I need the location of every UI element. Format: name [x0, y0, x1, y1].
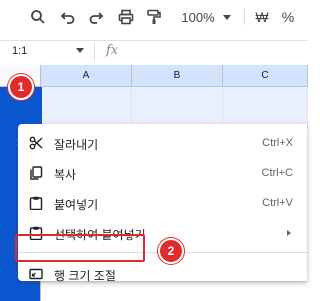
step-badge-2: 2: [158, 238, 184, 264]
chevron-down-icon: [222, 14, 231, 20]
column-header-label: A: [82, 70, 90, 81]
menu-item-copy[interactable]: 복사 Ctrl+C: [18, 158, 307, 188]
badge-number: 1: [17, 80, 25, 94]
resize-icon: [29, 268, 43, 280]
column-header-c[interactable]: C: [223, 65, 308, 87]
paint-format-icon[interactable]: [142, 5, 166, 29]
menu-item-shortcut: Ctrl+X: [262, 137, 293, 149]
badge-number: 2: [167, 244, 175, 258]
chevron-down-icon[interactable]: [76, 48, 84, 53]
menu-item-shortcut: Ctrl+C: [261, 167, 293, 179]
toolbar: 100% ₩ %: [0, 0, 307, 34]
menu-item-label: 복사: [54, 168, 77, 182]
selection-border: [40, 87, 42, 127]
column-header-label: C: [261, 70, 269, 81]
currency-symbol: ₩: [255, 9, 269, 25]
cell-a1[interactable]: [41, 87, 132, 128]
column-header-label: B: [173, 70, 181, 81]
search-icon[interactable]: [26, 5, 50, 29]
menu-item-label: 잘라내기: [54, 138, 99, 152]
clipboard-icon: [29, 196, 43, 210]
scissors-icon: [29, 136, 43, 150]
submenu-arrow-icon: [287, 230, 291, 236]
zoom-value: 100%: [181, 9, 215, 25]
fx-icon: fx: [106, 43, 119, 58]
copy-icon: [30, 166, 43, 180]
menu-item-label: 붙여넣기: [54, 198, 99, 212]
step-badge-1: 1: [8, 74, 34, 100]
zoom-select[interactable]: 100%: [176, 5, 236, 29]
menu-item-label: 행 크기 조절: [54, 269, 116, 283]
toolbar-divider: [244, 9, 245, 25]
cell-c1[interactable]: [223, 87, 308, 128]
percent-format-button[interactable]: %: [278, 5, 298, 29]
currency-format-button[interactable]: ₩: [252, 5, 272, 29]
formula-bar: 1:1 fx: [0, 40, 307, 65]
menu-item-shortcut: Ctrl+V: [262, 197, 293, 209]
column-header-a[interactable]: A: [41, 65, 132, 87]
formula-divider: [94, 43, 95, 61]
menu-item-cut[interactable]: 잘라내기 Ctrl+X: [18, 128, 307, 158]
percent-symbol: %: [281, 9, 295, 25]
menu-item-resize-row[interactable]: 행 크기 조절: [18, 259, 307, 289]
menu-item-paste[interactable]: 붙여넣기 Ctrl+V: [18, 188, 307, 218]
highlight-box: [15, 234, 145, 262]
column-header-b[interactable]: B: [132, 65, 223, 87]
print-icon[interactable]: [114, 5, 138, 29]
name-box[interactable]: 1:1: [12, 45, 27, 57]
cell-b1[interactable]: [132, 87, 223, 128]
redo-icon[interactable]: [84, 5, 108, 29]
undo-icon[interactable]: [56, 5, 80, 29]
